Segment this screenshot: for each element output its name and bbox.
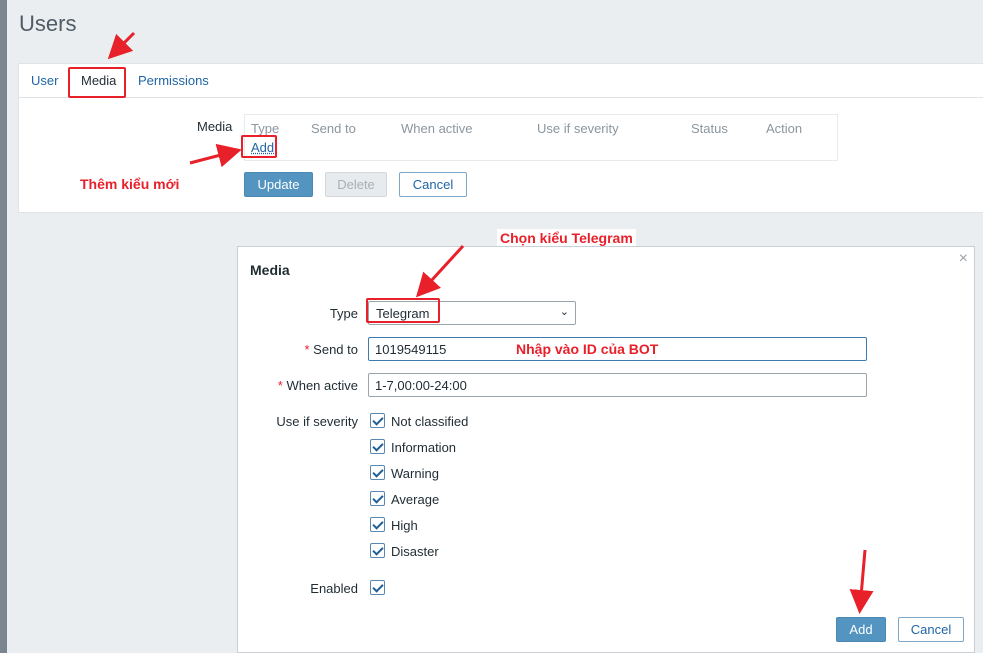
severity-disaster-label: Disaster [391, 544, 439, 559]
severity-label: Use if severity [276, 414, 358, 429]
close-icon[interactable]: × [959, 250, 968, 268]
left-edge-strip [0, 0, 7, 653]
column-header-send-to: Send to [311, 121, 356, 136]
column-header-status: Status [691, 121, 728, 136]
cancel-button[interactable]: Cancel [399, 172, 467, 197]
severity-information-checkbox[interactable] [370, 439, 385, 454]
column-header-severity: Use if severity [537, 121, 619, 136]
severity-high-label: High [391, 518, 418, 533]
send-to-label: * Send to [304, 342, 358, 357]
add-button[interactable]: Add [836, 617, 886, 642]
severity-average-label: Average [391, 492, 440, 507]
severity-warning-label: Warning [391, 466, 439, 481]
media-table: Type Send to When active Use if severity… [244, 114, 838, 161]
annotation-add-new-type: Thêm kiểu mới [77, 175, 183, 193]
column-header-when-active: When active [401, 121, 473, 136]
annotation-enter-bot-id: Nhập vào ID của BOT [514, 341, 661, 357]
telegram-highlight [366, 298, 440, 323]
update-button[interactable]: Update [244, 172, 313, 197]
severity-not-classified-checkbox[interactable] [370, 413, 385, 428]
media-field-label: Media [197, 119, 233, 134]
severity-information-label: Information [391, 440, 457, 455]
column-header-type: Type [251, 121, 280, 136]
dialog-cancel-button[interactable]: Cancel [898, 617, 964, 642]
enabled-label: Enabled [310, 581, 358, 596]
chevron-down-icon: ⌄ [559, 306, 569, 318]
dialog-title: Media [250, 262, 290, 278]
when-active-input[interactable] [368, 373, 867, 397]
severity-average-checkbox[interactable] [370, 491, 385, 506]
type-label: Type [329, 306, 358, 321]
media-dialog: Media × Type Telegram ⌄ * Send to Nhập v… [237, 246, 975, 653]
delete-button[interactable]: Delete [325, 172, 387, 197]
tab-user[interactable]: User [31, 73, 58, 88]
severity-warning-checkbox[interactable] [370, 465, 385, 480]
page-title: Users [19, 11, 77, 36]
severity-disaster-checkbox[interactable] [370, 543, 385, 558]
tab-bar: User Media Permissions [19, 64, 983, 98]
severity-not-classified-label: Not classified [391, 414, 469, 429]
severity-high-checkbox[interactable] [370, 517, 385, 532]
column-header-action: Action [766, 121, 803, 136]
annotation-choose-telegram: Chọn kiểu Telegram [497, 229, 636, 247]
when-active-label: * When active [277, 378, 358, 393]
add-link-highlight [241, 135, 277, 158]
media-tab-highlight [68, 67, 126, 98]
enabled-checkbox[interactable] [370, 580, 385, 595]
page-header: Users [7, 0, 983, 50]
tab-permissions[interactable]: Permissions [138, 73, 209, 88]
